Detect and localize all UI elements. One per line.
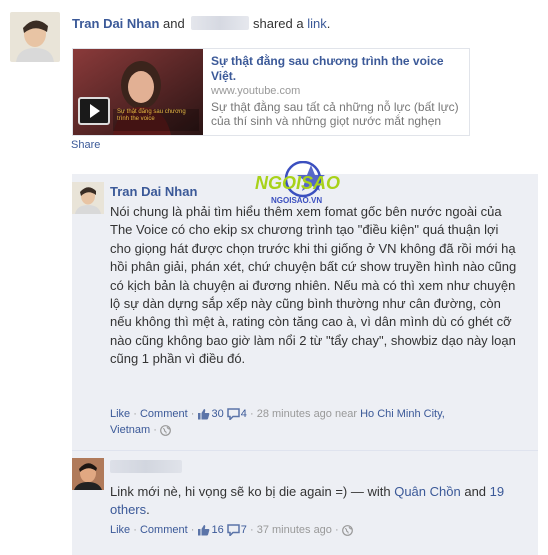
thumbnail-overlay-text: Sự thật đằng sau chương trình the voice: [117, 109, 186, 122]
thumbs-up-icon: [198, 409, 210, 420]
headline-action: shared: [253, 16, 293, 31]
comment-2-text: Link mới nè, hi vọng sẽ ko bị die again …: [110, 483, 520, 520]
comment-2-author-blurred[interactable]: [110, 460, 182, 473]
comment-1-meta: Like · Comment · 30 4 · 28 minutes ago n…: [110, 406, 470, 438]
play-icon[interactable]: [78, 97, 110, 125]
thumbs-up-icon: [198, 525, 210, 536]
comment-2-likes-count: 16: [211, 524, 224, 536]
share-button[interactable]: Share: [71, 139, 100, 151]
meta-separator: ·: [249, 524, 254, 536]
comment-2-period: .: [146, 502, 150, 518]
comment-1-near: near: [334, 408, 358, 420]
comment-2-like-link[interactable]: Like: [110, 524, 130, 536]
headline-connector: and: [163, 16, 185, 31]
video-thumbnail[interactable]: Sự thật đằng sau chương trình the voice: [73, 49, 203, 135]
shared-link-description: Sự thật đằng sau tất cả những nỗ lực (bấ…: [211, 100, 459, 128]
comment-1-time[interactable]: 28 minutes ago: [257, 408, 332, 420]
comment-2-body: Link mới nè, hi vọng sẽ ko bị die again …: [110, 484, 391, 499]
avatar-comment-1[interactable]: [72, 182, 104, 214]
comment-1-text: Nói chung là phải tìm hiểu thêm xem foma…: [110, 204, 517, 367]
avatar-tran-dai-nhan[interactable]: [10, 12, 60, 62]
comment-bubble-icon: [227, 408, 240, 420]
ngoisao-logo: NGOISAO NGOISAO.VN: [253, 160, 353, 209]
comment-1-likes[interactable]: 30: [197, 408, 224, 420]
blurred-name: [191, 16, 250, 30]
globe-icon: [341, 525, 353, 536]
comment-1-author[interactable]: Tran Dai Nhan: [110, 184, 197, 199]
comment-2-comment-link[interactable]: Comment: [140, 524, 188, 536]
comment-1-comment-link[interactable]: Comment: [140, 408, 188, 420]
comment-1-likes-count: 30: [211, 408, 224, 420]
headline-article: a: [296, 16, 304, 31]
headline-period: .: [326, 16, 331, 31]
meta-separator: ·: [190, 524, 195, 536]
comment-2-replies-count: 7: [240, 524, 247, 536]
comment-1-like-link[interactable]: Like: [110, 408, 130, 420]
comment-2-time[interactable]: 37 minutes ago: [257, 524, 332, 536]
comment-2-likes[interactable]: 16: [197, 524, 224, 536]
actor-name-link[interactable]: Tran Dai Nhan: [72, 16, 159, 31]
meta-separator: ·: [249, 408, 254, 420]
headline-link-word[interactable]: link: [307, 16, 327, 31]
comment-2-and: and: [464, 484, 487, 499]
meta-separator: ·: [153, 424, 157, 436]
shared-link-card[interactable]: Sự thật đằng sau chương trình the voice …: [72, 48, 470, 136]
globe-icon: [160, 425, 171, 436]
comment-divider: [72, 450, 538, 451]
comment-bubble-icon: [227, 524, 240, 536]
story-headline: Tran Dai Nhan and shared a link.: [72, 16, 330, 31]
comment-1-replies[interactable]: 4: [227, 408, 247, 420]
meta-separator: ·: [133, 524, 137, 536]
shared-link-domain: www.youtube.com: [211, 85, 301, 97]
logo-text-main: NGOISAO: [255, 173, 340, 193]
comment-2-meta: Like · Comment · 16 7 · 37 minutes ago ·: [110, 522, 470, 538]
shared-link-title[interactable]: Sự thật đằng sau chương trình the voice …: [211, 54, 461, 84]
comment-1-replies-count: 4: [240, 408, 247, 420]
meta-separator: ·: [133, 408, 137, 420]
tagged-person-link[interactable]: Quân Chồn: [394, 484, 461, 499]
comment-2-replies[interactable]: 7: [227, 524, 247, 536]
avatar-comment-2[interactable]: [72, 458, 104, 490]
meta-separator: ·: [334, 524, 339, 536]
meta-separator: ·: [190, 408, 195, 420]
